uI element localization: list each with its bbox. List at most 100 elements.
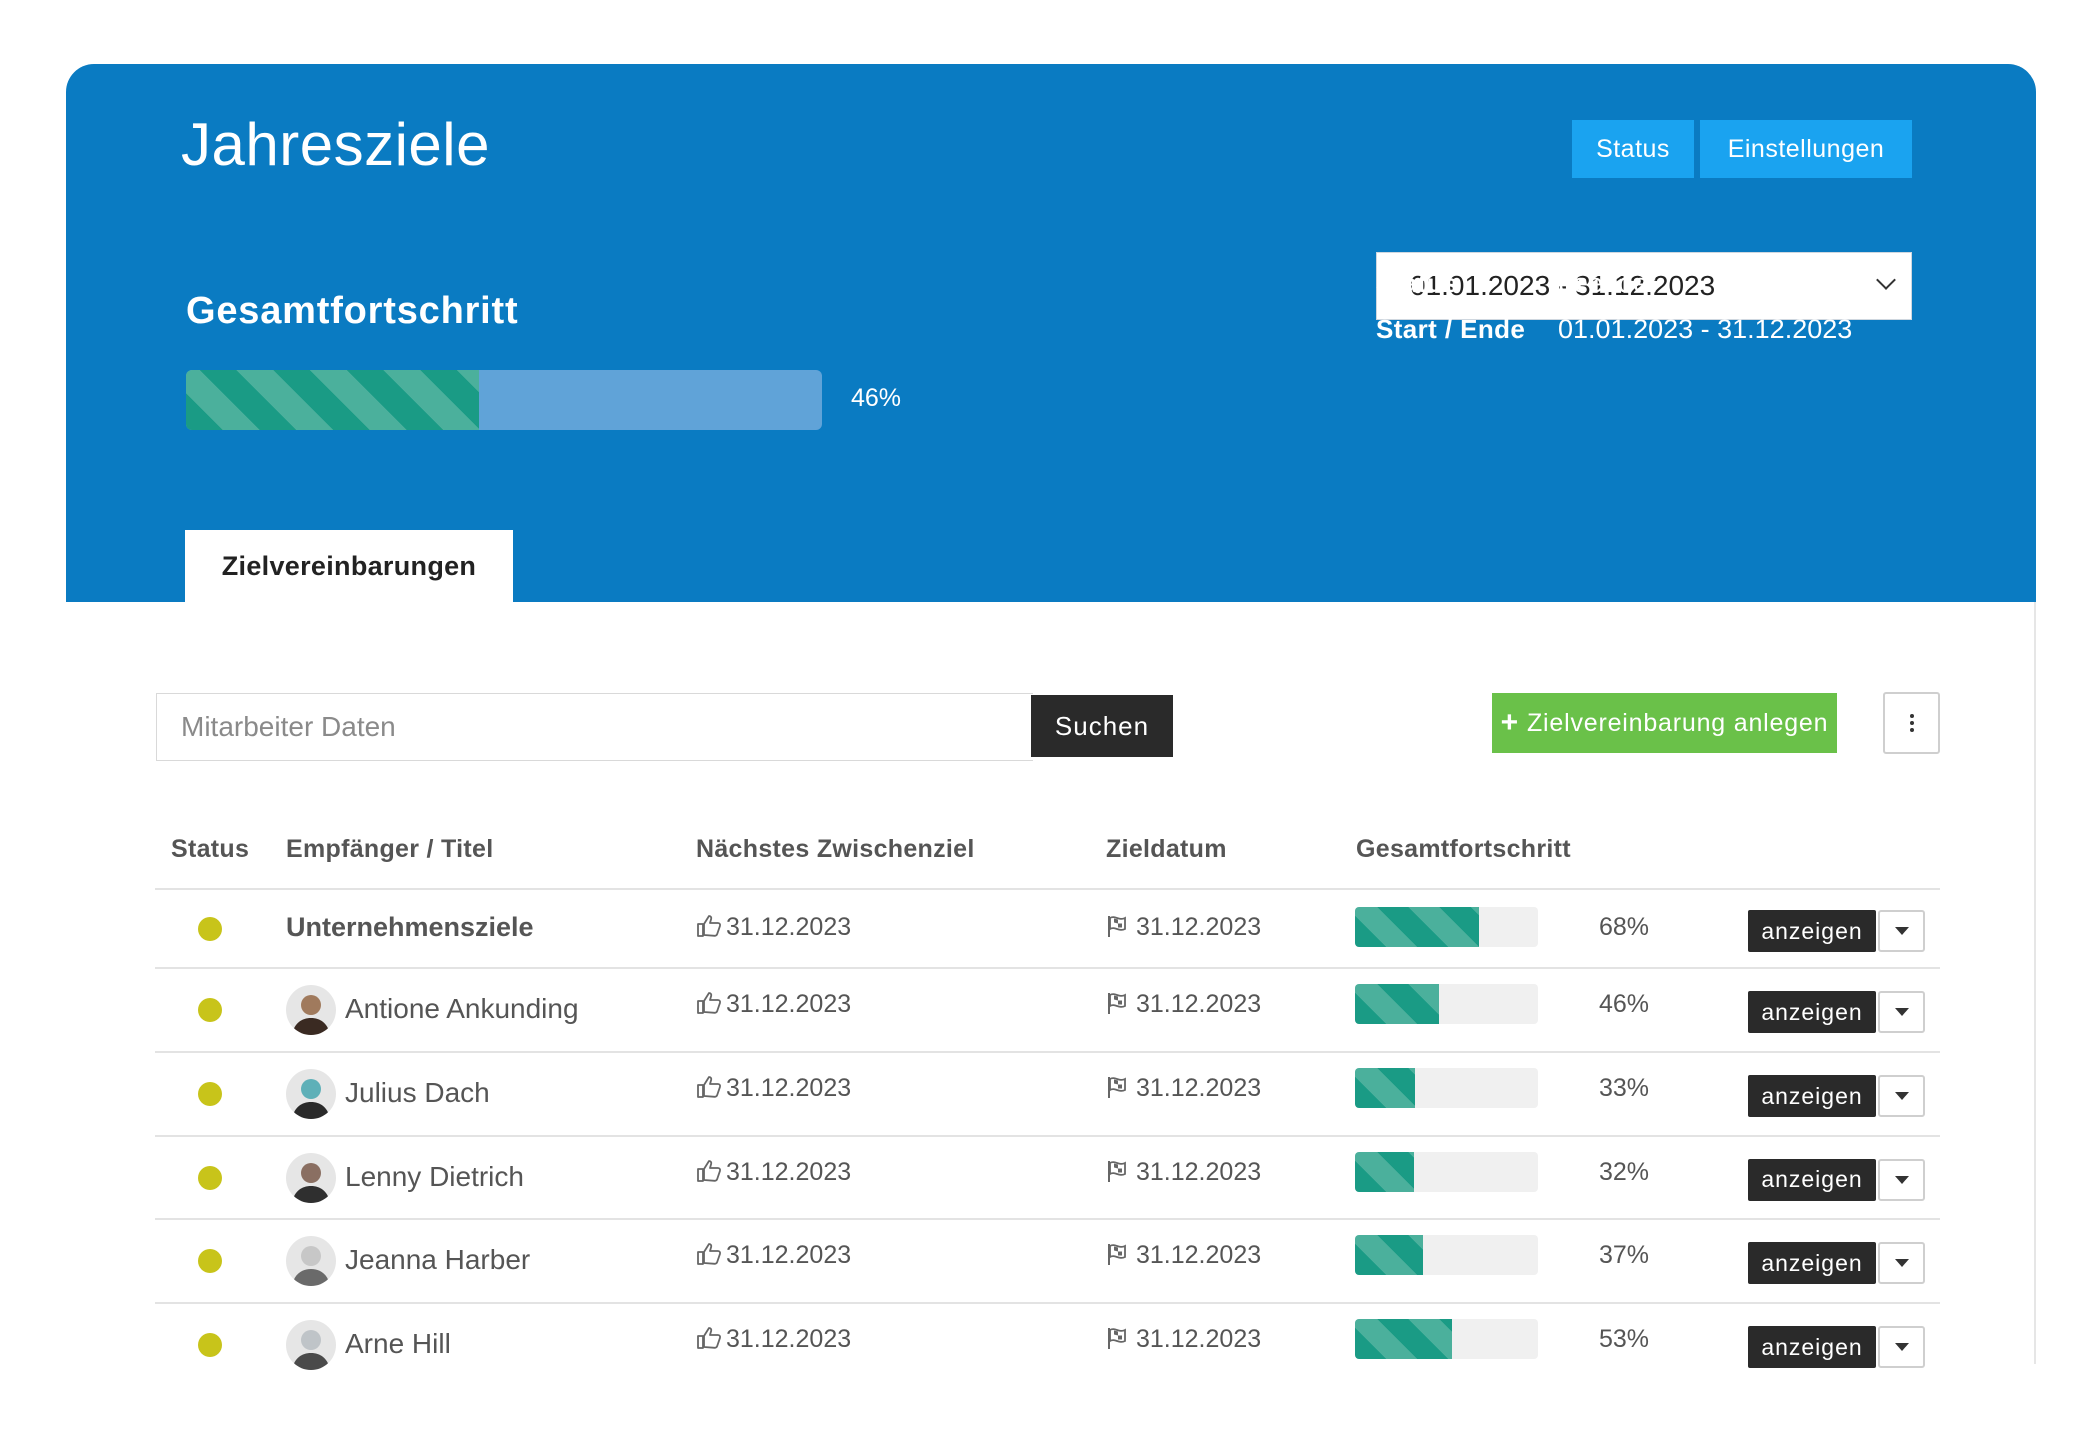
target-date-cell: 31.12.2023	[1106, 1158, 1261, 1187]
progress-fill	[1355, 1319, 1452, 1359]
show-button[interactable]: anzeigen	[1748, 1158, 1876, 1201]
column-header-recipient[interactable]: Empfänger / Titel	[286, 835, 493, 864]
thumbs-up-icon	[697, 1076, 722, 1098]
status-dot	[198, 1333, 222, 1357]
overall-progress-bar	[186, 370, 822, 430]
progress-bar	[1355, 1068, 1538, 1108]
page-title: Jahresziele	[181, 111, 490, 178]
progress-fill	[1355, 1235, 1423, 1275]
next-milestone-date: 31.12.2023	[726, 1074, 852, 1102]
thumbs-up-icon	[697, 992, 722, 1014]
progress-fill	[1355, 1068, 1416, 1108]
next-milestone-cell: 31.12.2023	[696, 1158, 851, 1187]
target-date-cell: 31.12.2023	[1106, 913, 1261, 942]
row-dropdown-button[interactable]	[1878, 991, 1925, 1033]
thumbs-up-icon	[697, 915, 722, 937]
next-milestone-cell: 31.12.2023	[696, 1074, 851, 1103]
more-vertical-icon	[1909, 714, 1914, 718]
flag-checkered-icon	[1108, 1077, 1126, 1098]
status-info-label: Status	[1376, 268, 1458, 298]
flag-checkered-icon	[1108, 993, 1126, 1014]
progress-fill	[1355, 907, 1480, 947]
recipient-name[interactable]: Julius Dach	[345, 1077, 490, 1109]
target-date-cell: 31.12.2023	[1106, 990, 1261, 1019]
next-milestone-cell: 31.12.2023	[696, 913, 851, 942]
recipient-name[interactable]: Lenny Dietrich	[345, 1161, 524, 1193]
show-button[interactable]: anzeigen	[1748, 1242, 1876, 1284]
next-milestone-date: 31.12.2023	[726, 1325, 852, 1353]
target-date-cell: 31.12.2023	[1106, 1325, 1261, 1354]
row-dropdown-button[interactable]	[1878, 1326, 1925, 1368]
target-date: 31.12.2023	[1136, 1157, 1262, 1186]
status-dot	[198, 917, 222, 941]
progress-bar	[1355, 1319, 1538, 1359]
row-dropdown-button[interactable]	[1878, 910, 1925, 952]
column-header-next-milestone[interactable]: Nächstes Zwischenziel	[696, 835, 975, 864]
avatar	[286, 1069, 336, 1119]
progress-fill	[1355, 1151, 1414, 1192]
progress-bar	[1355, 907, 1538, 947]
column-header-overall-progress[interactable]: Gesamtfortschritt	[1356, 835, 1571, 864]
avatar	[286, 985, 336, 1035]
status-dot	[198, 1082, 222, 1106]
next-milestone-cell: 31.12.2023	[696, 1241, 851, 1270]
status-dot	[198, 1249, 222, 1273]
progress-bar	[1355, 1235, 1538, 1275]
search-input[interactable]	[156, 693, 1033, 761]
target-date: 31.12.2023	[1136, 1241, 1262, 1269]
overall-progress-fill	[186, 370, 479, 430]
flag-checkered-icon	[1108, 1160, 1126, 1182]
column-header-status[interactable]: Status	[171, 835, 249, 864]
avatar	[286, 1236, 336, 1286]
search-button[interactable]: Suchen	[1031, 695, 1173, 757]
thumbs-up-icon	[697, 1159, 722, 1182]
show-button[interactable]: anzeigen	[1748, 910, 1876, 952]
period-info-value: 01.01.2023 - 31.12.2023	[1558, 314, 1853, 344]
tab-zielvereinbarungen[interactable]: Zielvereinbarungen	[185, 530, 513, 602]
target-date: 31.12.2023	[1136, 1074, 1262, 1102]
next-milestone-cell: 31.12.2023	[696, 1325, 851, 1354]
flag-checkered-icon	[1108, 916, 1126, 937]
target-date-cell: 31.12.2023	[1106, 1241, 1261, 1270]
show-button[interactable]: anzeigen	[1748, 991, 1876, 1033]
progress-percent: 53%	[1599, 1325, 1650, 1353]
show-button[interactable]: anzeigen	[1748, 1326, 1876, 1368]
recipient-name: Unternehmensziele	[286, 912, 534, 942]
thumbs-up-icon	[697, 1243, 722, 1265]
flag-checkered-icon	[1108, 1244, 1126, 1265]
progress-bar	[1355, 1151, 1538, 1192]
recipient-name[interactable]: Arne Hill	[345, 1328, 451, 1360]
row-dropdown-button[interactable]	[1878, 1158, 1925, 1201]
row-dropdown-button[interactable]	[1878, 1075, 1925, 1117]
progress-fill	[1355, 984, 1440, 1024]
settings-button[interactable]: Einstellungen	[1700, 120, 1912, 178]
progress-bar	[1355, 984, 1538, 1024]
thumbs-up-icon	[697, 1327, 722, 1349]
create-agreement-button[interactable]: + Zielvereinbarung anlegen	[1492, 693, 1837, 753]
recipient-name[interactable]: Antione Ankunding	[345, 993, 579, 1025]
create-agreement-label: Zielvereinbarung anlegen	[1526, 708, 1829, 737]
progress-percent: 32%	[1599, 1157, 1650, 1186]
target-date: 31.12.2023	[1136, 990, 1262, 1018]
show-button[interactable]: anzeigen	[1748, 1075, 1876, 1117]
more-options-button[interactable]	[1883, 692, 1940, 754]
caret-down-icon	[1894, 927, 1909, 935]
target-date-cell: 31.12.2023	[1106, 1074, 1261, 1103]
next-milestone-date: 31.12.2023	[726, 1241, 852, 1269]
avatar	[286, 1152, 336, 1203]
recipient-name[interactable]: Jeanna Harber	[345, 1244, 530, 1276]
next-milestone-cell: 31.12.2023	[696, 990, 851, 1019]
status-button[interactable]: Status	[1572, 120, 1694, 178]
target-date: 31.12.2023	[1136, 913, 1262, 941]
caret-down-icon	[1894, 1092, 1909, 1100]
row-dropdown-button[interactable]	[1878, 1242, 1925, 1284]
flag-checkered-icon	[1108, 1328, 1126, 1349]
column-header-target-date[interactable]: Zieldatum	[1106, 835, 1227, 864]
next-milestone-date: 31.12.2023	[726, 990, 852, 1018]
next-milestone-date: 31.12.2023	[726, 1157, 852, 1186]
status-dot	[198, 1165, 222, 1190]
next-milestone-date: 31.12.2023	[726, 913, 852, 941]
target-date: 31.12.2023	[1136, 1325, 1262, 1353]
caret-down-icon	[1894, 1008, 1909, 1016]
progress-percent: 33%	[1599, 1074, 1650, 1102]
